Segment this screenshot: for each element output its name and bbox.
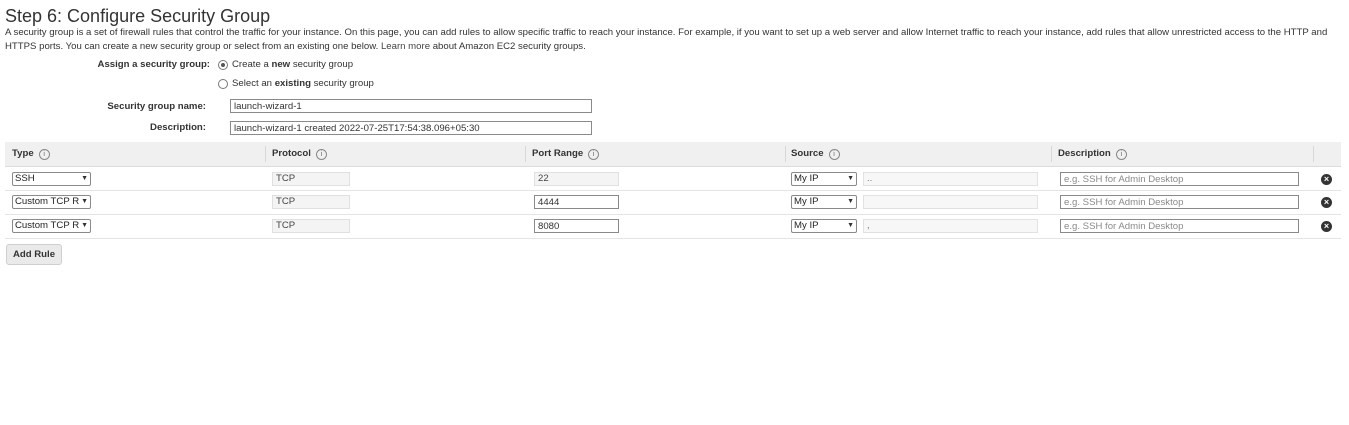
intro-paragraph: A security group is a set of firewall ru… (5, 26, 1343, 53)
chevron-down-icon: ▼ (81, 222, 88, 229)
add-rule-button[interactable]: Add Rule (6, 244, 62, 265)
rules-table-header: Type i Protocol i Port Range i Source i Desc… (5, 142, 1341, 167)
info-icon[interactable]: i (315, 148, 327, 160)
intro-text: A security group is a set of firewall ru… (5, 27, 1328, 52)
header-protocol: Protocol i (272, 142, 327, 166)
select-existing-label: Select an existing security group (232, 78, 374, 89)
intro-suffix: about Amazon EC2 security groups. (432, 40, 586, 52)
header-source: Source i (791, 142, 840, 166)
delete-rule-icon[interactable]: × (1321, 174, 1332, 185)
info-icon[interactable]: i (1115, 148, 1127, 160)
source-select[interactable]: My IP ▼ (791, 195, 857, 209)
type-select[interactable]: Custom TCP R ▼ (12, 219, 91, 233)
info-icon[interactable]: i (38, 148, 50, 160)
protocol-field: TCP (272, 219, 350, 233)
chevron-down-icon: ▼ (847, 198, 854, 205)
chevron-down-icon: ▼ (847, 175, 854, 182)
chevron-down-icon: ▼ (81, 198, 88, 205)
header-description: Description i (1058, 142, 1127, 166)
group-description-label: Description: (150, 122, 206, 133)
table-row: SSH ▼ TCP 22 My IP ▼ .. e.g. SSH for Admin… (5, 167, 1341, 191)
column-divider (1313, 146, 1314, 162)
radio-select-existing[interactable] (218, 78, 228, 89)
type-select[interactable]: SSH ▼ (12, 172, 91, 186)
source-cidr-input[interactable]: , (863, 219, 1038, 233)
rule-description-input[interactable]: e.g. SSH for Admin Desktop (1060, 195, 1299, 209)
delete-rule-icon[interactable]: × (1321, 221, 1332, 232)
protocol-field: TCP (272, 172, 350, 186)
column-divider (525, 146, 526, 162)
source-select[interactable]: My IP ▼ (791, 219, 857, 233)
column-divider (1051, 146, 1052, 162)
type-select[interactable]: Custom TCP R ▼ (12, 195, 91, 209)
learn-more-link[interactable]: Learn more (381, 41, 430, 52)
chevron-down-icon: ▼ (81, 175, 88, 182)
rule-description-input[interactable]: e.g. SSH for Admin Desktop (1060, 219, 1299, 233)
create-new-option[interactable]: Create a new security group (218, 59, 353, 70)
assign-label: Assign a security group: (97, 59, 210, 70)
group-description-input[interactable]: launch-wizard-1 created 2022-07-25T17:54… (230, 121, 592, 135)
column-divider (785, 146, 786, 162)
chevron-down-icon: ▼ (847, 222, 854, 229)
source-select[interactable]: My IP ▼ (791, 172, 857, 186)
radio-create-new[interactable] (218, 59, 228, 70)
select-existing-option[interactable]: Select an existing security group (218, 78, 374, 89)
info-icon[interactable]: i (588, 148, 600, 160)
port-range-input[interactable]: 8080 (534, 219, 619, 233)
source-cidr-input[interactable] (863, 195, 1038, 209)
port-range-input: 22 (534, 172, 619, 186)
table-row: Custom TCP R ▼ TCP 4444 My IP ▼ e.g. SSH f… (5, 191, 1341, 215)
header-type: Type i (12, 142, 50, 166)
group-name-label: Security group name: (107, 101, 206, 112)
header-port-range: Port Range i (532, 142, 600, 166)
protocol-field: TCP (272, 195, 350, 209)
port-range-input[interactable]: 4444 (534, 195, 619, 209)
delete-rule-icon[interactable]: × (1321, 197, 1332, 208)
create-new-label: Create a new security group (232, 59, 354, 70)
table-row: Custom TCP R ▼ TCP 8080 My IP ▼ , e.g. SSH… (5, 215, 1341, 239)
group-name-input[interactable]: launch-wizard-1 (230, 99, 592, 113)
rule-description-input[interactable]: e.g. SSH for Admin Desktop (1060, 172, 1299, 186)
page-title: Step 6: Configure Security Group (5, 6, 271, 26)
column-divider (265, 146, 266, 162)
info-icon[interactable]: i (828, 148, 840, 160)
source-cidr-input[interactable]: .. (863, 172, 1038, 186)
